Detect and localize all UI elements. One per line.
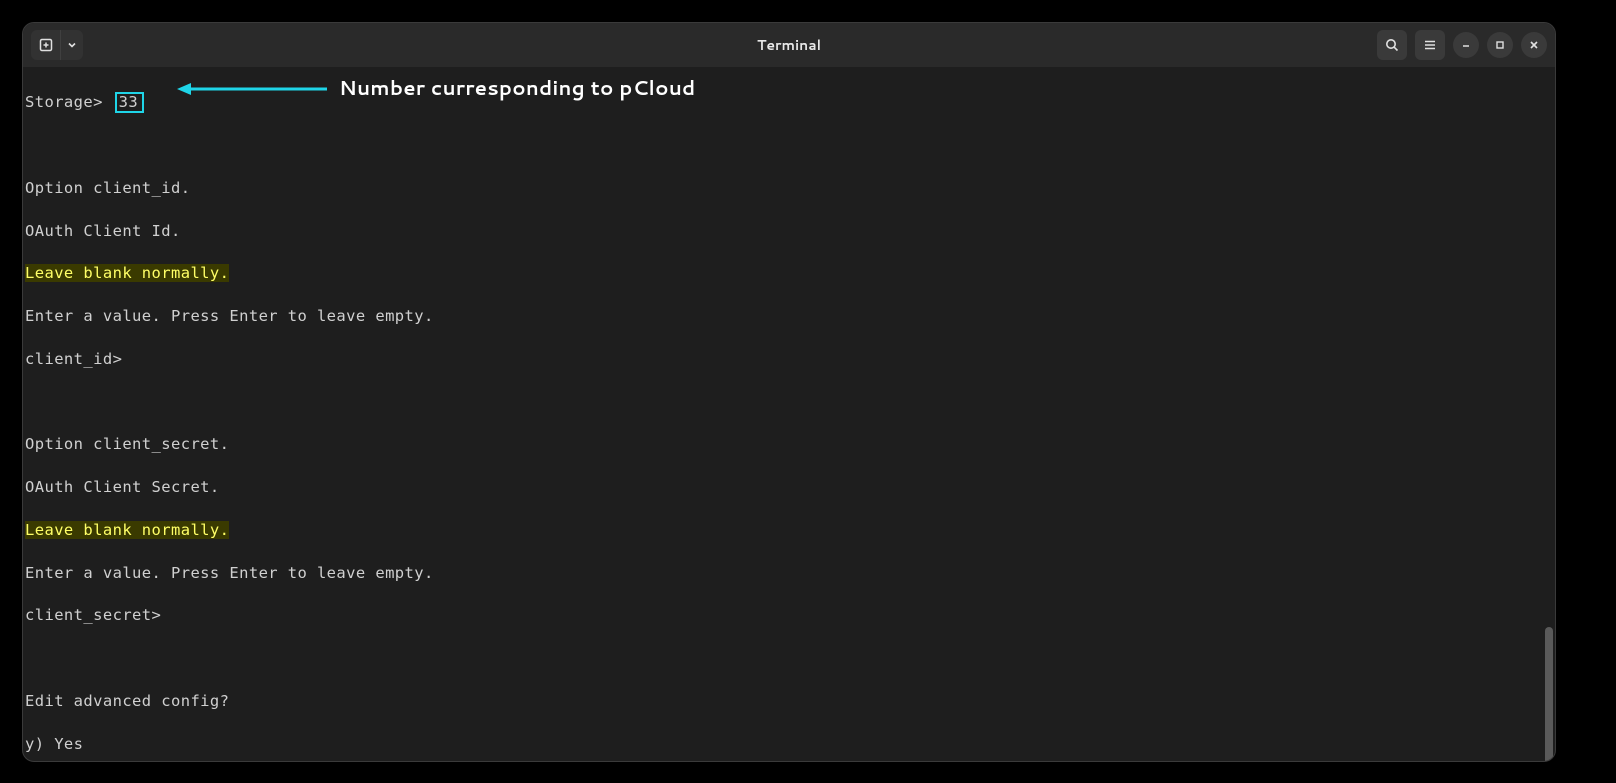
chevron-down-icon — [67, 40, 77, 50]
close-icon — [1529, 40, 1539, 50]
minimize-button[interactable] — [1453, 32, 1479, 58]
storage-prompt: Storage> — [25, 93, 103, 111]
client-id-l2: OAuth Client Id. — [25, 221, 1553, 242]
scrollbar-thumb[interactable] — [1545, 627, 1553, 762]
client-id-prompt: client_id> — [25, 349, 1553, 370]
storage-prompt-line: Storage> 33 — [25, 92, 1553, 113]
tab-dropdown-button[interactable] — [61, 30, 83, 60]
titlebar-right-group — [1377, 30, 1547, 60]
client-id-l3: Leave blank normally. — [25, 264, 229, 282]
close-button[interactable] — [1521, 32, 1547, 58]
new-tab-icon — [38, 37, 54, 53]
new-tab-button[interactable] — [31, 30, 61, 60]
client-id-l4: Enter a value. Press Enter to leave empt… — [25, 306, 1553, 327]
storage-input-boxed: 33 — [115, 92, 144, 113]
client-secret-l4: Enter a value. Press Enter to leave empt… — [25, 563, 1553, 584]
client-secret-prompt: client_secret> — [25, 605, 1553, 626]
window-title: Terminal — [757, 35, 821, 55]
client-id-l1: Option client_id. — [25, 178, 1553, 199]
maximize-button[interactable] — [1487, 32, 1513, 58]
client-secret-l2: OAuth Client Secret. — [25, 477, 1553, 498]
search-button[interactable] — [1377, 30, 1407, 60]
hamburger-icon — [1423, 38, 1437, 52]
minimize-icon — [1461, 40, 1471, 50]
edit-adv-q: Edit advanced config? — [25, 691, 1553, 712]
search-icon — [1385, 38, 1399, 52]
client-secret-l1: Option client_secret. — [25, 434, 1553, 455]
titlebar: Terminal — [23, 23, 1555, 67]
client-secret-l3: Leave blank normally. — [25, 521, 229, 539]
terminal-body[interactable]: Storage> 33 Option client_id. OAuth Clie… — [23, 67, 1555, 761]
terminal-window: Terminal Storage> 33 Optio — [22, 22, 1556, 762]
maximize-icon — [1495, 40, 1505, 50]
titlebar-left-group — [31, 30, 83, 60]
edit-adv-y: y) Yes — [25, 734, 1553, 755]
menu-button[interactable] — [1415, 30, 1445, 60]
